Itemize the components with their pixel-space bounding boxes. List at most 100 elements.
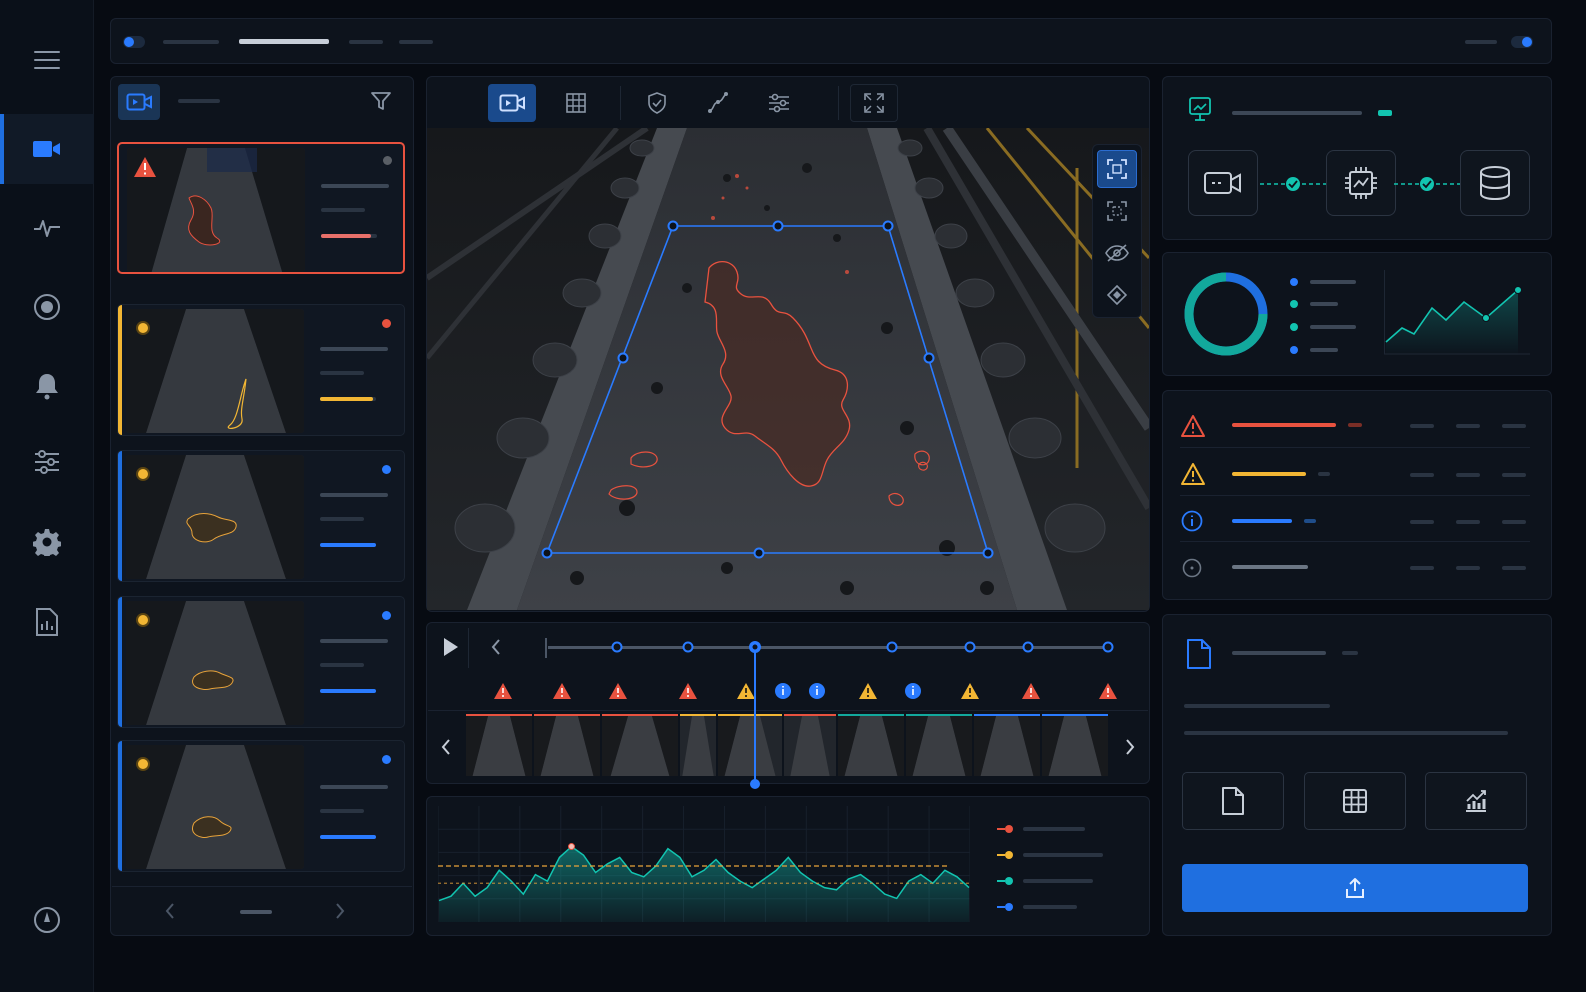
pipeline-node-database[interactable]	[1460, 150, 1530, 216]
filmstrip-next-button[interactable]	[1124, 738, 1136, 756]
camera-progress-fill	[320, 397, 374, 401]
filmstrip-frame[interactable]	[680, 714, 716, 776]
alert-count	[1318, 472, 1330, 476]
sliders-icon	[35, 450, 59, 474]
chart-export-icon	[1466, 790, 1486, 812]
pipeline-node-processor[interactable]	[1326, 150, 1396, 216]
sidebar-item-settings[interactable]	[0, 514, 94, 570]
camera-status-dot	[383, 156, 392, 165]
timeline-keyframes[interactable]	[548, 636, 1118, 660]
sidebar-item-alerts[interactable]	[0, 358, 94, 414]
export-panel-icon	[1186, 638, 1212, 670]
filmstrip-frame[interactable]	[784, 714, 836, 776]
sidebar-item-reports[interactable]	[0, 594, 94, 650]
filmstrip-prev-button[interactable]	[440, 738, 452, 756]
alert-severity-bar	[1232, 519, 1292, 523]
nav-tab-3[interactable]	[349, 40, 383, 44]
focus-region-tool[interactable]	[1097, 192, 1137, 230]
legend-dot	[1290, 323, 1298, 331]
camera-status-dot	[382, 755, 391, 764]
document-icon	[1222, 787, 1244, 815]
menu-button[interactable]	[0, 32, 94, 88]
filmstrip-frame[interactable]	[838, 714, 904, 776]
sidebar-item-recording[interactable]	[0, 279, 94, 335]
export-chart-button[interactable]	[1425, 772, 1527, 830]
monitor-chart-icon	[1189, 97, 1211, 121]
alert-meta	[1456, 424, 1480, 428]
hide-overlay-tool[interactable]	[1097, 234, 1137, 272]
filter-button[interactable]	[370, 90, 392, 112]
sidebar-item-navigation[interactable]	[0, 892, 94, 948]
pipeline-connector	[1394, 177, 1460, 191]
warning-status-icon	[136, 321, 150, 335]
filmstrip-frame[interactable]	[974, 714, 1040, 776]
top-bar-toggle-left[interactable]	[123, 36, 145, 48]
toolbar-divider	[838, 86, 839, 120]
legend-marker	[997, 851, 1013, 859]
export-table-button[interactable]	[1304, 772, 1406, 830]
alert-row-critical[interactable]	[1180, 404, 1530, 448]
alert-row-warning[interactable]	[1180, 452, 1530, 496]
video-camera-icon	[126, 93, 152, 111]
donut-chart	[1184, 272, 1268, 356]
playhead-handle[interactable]	[750, 779, 760, 789]
camera-name	[320, 493, 388, 497]
chart-peak-point	[568, 843, 575, 851]
sidebar-item-activity[interactable]	[0, 200, 94, 256]
alert-severity-bar	[1232, 472, 1306, 476]
nav-tab-1[interactable]	[163, 40, 219, 44]
legend-marker	[997, 825, 1013, 833]
toolbar-grid-button[interactable]	[552, 84, 600, 122]
legend-dot	[1290, 346, 1298, 354]
filmstrip-frame[interactable]	[466, 714, 532, 776]
filmstrip-frame[interactable]	[718, 714, 782, 776]
video-frame[interactable]	[427, 128, 1149, 610]
sidebar-item-cameras[interactable]	[0, 114, 94, 184]
nav-tab-2-active[interactable]	[239, 39, 329, 44]
toolbar-divider	[620, 86, 621, 120]
camera-status-dot	[382, 465, 391, 474]
toolbar-adjust-button[interactable]	[755, 84, 803, 122]
camera-card[interactable]	[117, 304, 405, 436]
timeline-event-markers[interactable]	[490, 680, 1120, 702]
toolbar-shield-button[interactable]	[633, 84, 681, 122]
filmstrip-frame[interactable]	[602, 714, 678, 776]
toolbar-video-button[interactable]	[488, 84, 536, 122]
camera-card[interactable]	[117, 450, 405, 582]
prev-page-button[interactable]	[164, 902, 176, 920]
export-share-button[interactable]	[1182, 864, 1528, 912]
alert-row-info[interactable]	[1180, 498, 1530, 542]
alert-meta	[1502, 424, 1526, 428]
camera-list-header-button[interactable]	[118, 84, 160, 120]
next-page-button[interactable]	[334, 902, 346, 920]
toolbar-fullscreen-button[interactable]	[850, 84, 898, 122]
alert-meta	[1410, 566, 1434, 570]
camera-card[interactable]	[117, 142, 405, 274]
alert-row-neutral[interactable]	[1180, 546, 1530, 590]
sidebar-item-filters[interactable]	[0, 434, 94, 490]
camera-card[interactable]	[117, 596, 405, 728]
filmstrip-frame[interactable]	[906, 714, 972, 776]
timeline-back-button[interactable]	[490, 638, 502, 656]
pipeline-node-camera[interactable]	[1188, 150, 1258, 216]
select-region-tool[interactable]	[1097, 150, 1137, 188]
page-indicator	[240, 910, 272, 914]
legend-marker	[997, 877, 1013, 885]
playhead[interactable]	[754, 652, 756, 782]
menu-icon	[34, 51, 60, 69]
filmstrip-frame[interactable]	[1042, 714, 1108, 776]
top-bar-toggle-right[interactable]	[1511, 36, 1533, 48]
filmstrip-frame[interactable]	[534, 714, 600, 776]
export-document-button[interactable]	[1182, 772, 1284, 830]
camera-card[interactable]	[117, 740, 405, 872]
nav-tab-4[interactable]	[399, 40, 433, 44]
warning-status-icon	[136, 467, 150, 481]
toolbar-path-button[interactable]	[694, 84, 742, 122]
camera-progress-fill	[320, 689, 376, 693]
video-camera-icon	[33, 141, 60, 157]
activity-pulse-icon	[34, 220, 60, 237]
path-curve-icon	[708, 92, 728, 113]
camera-progress-fill	[320, 835, 376, 839]
marker-tool[interactable]	[1097, 276, 1137, 314]
play-button[interactable]	[442, 636, 460, 658]
